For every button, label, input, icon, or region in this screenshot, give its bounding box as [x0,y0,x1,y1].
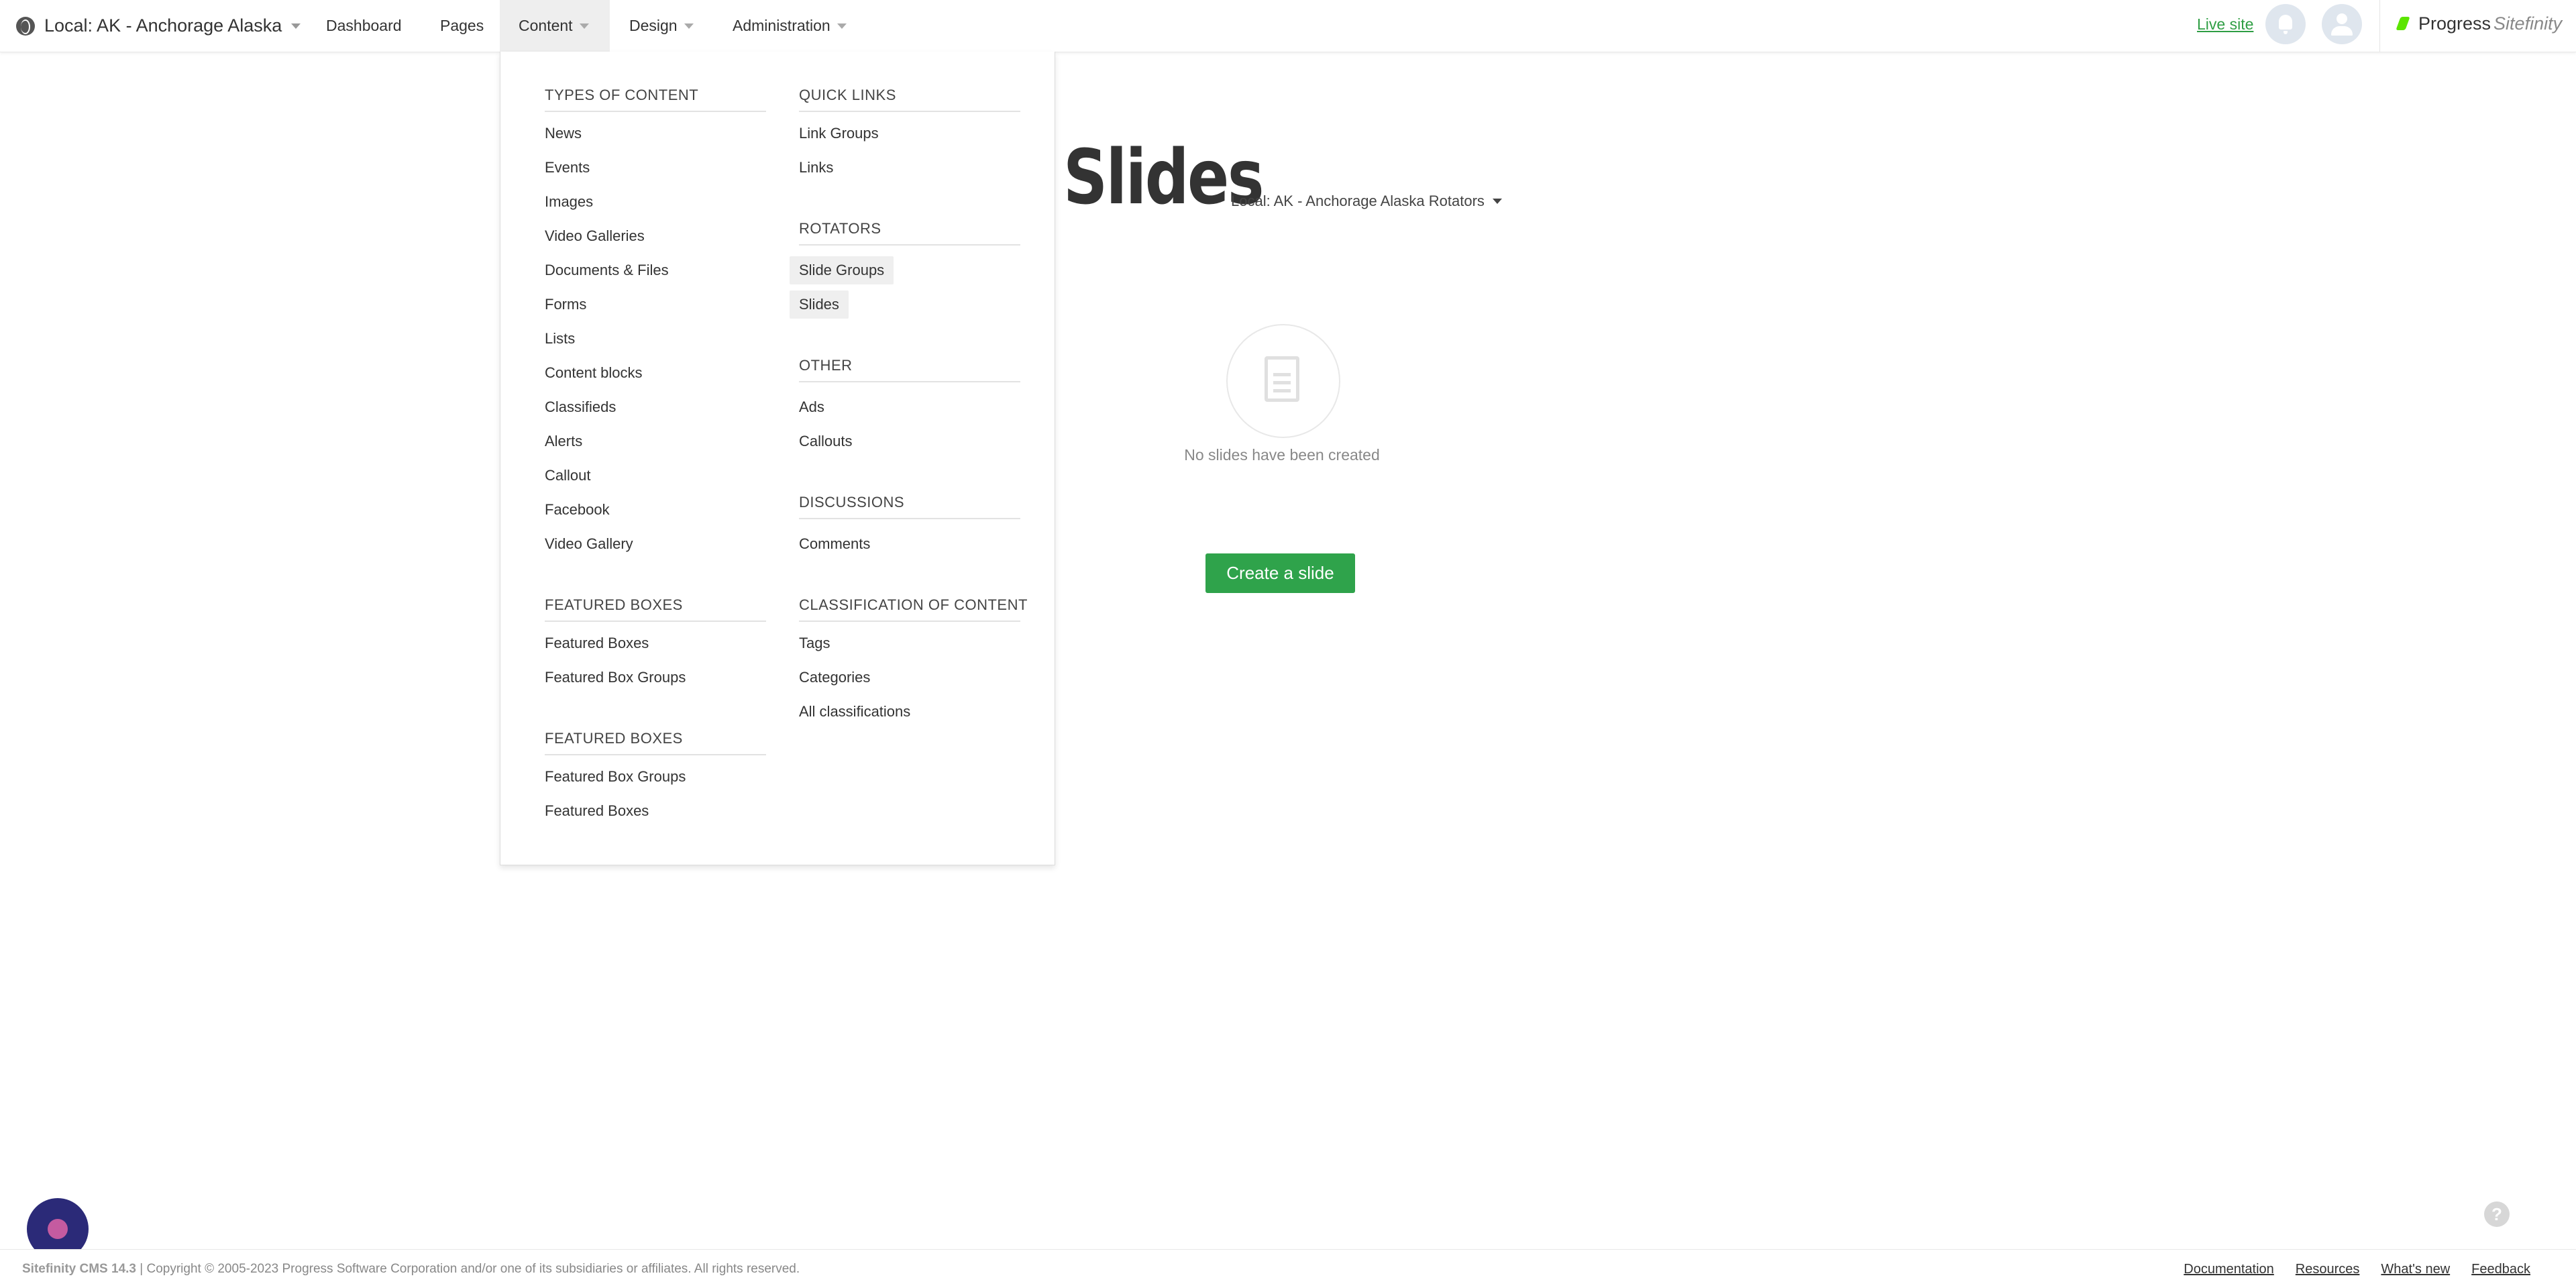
brand-progress-text: Progress [2418,13,2491,34]
chevron-down-icon [291,23,301,29]
menu-item-lists[interactable]: Lists [545,330,575,347]
menu-item-callout[interactable]: Callout [545,467,590,484]
footer-link-resources[interactable]: Resources [2296,1262,2360,1277]
menu-item-events[interactable]: Events [545,159,590,176]
user-icon-body [2331,26,2353,36]
chevron-down-icon [684,23,694,29]
menu-item-news[interactable]: News [545,125,582,142]
footer-product: Sitefinity CMS 14.3 [22,1262,136,1276]
menu-heading: QUICK LINKS [799,87,896,103]
menu-item-comments[interactable]: Comments [799,535,870,553]
caret-down-icon [1492,199,1502,204]
chevron-down-icon [837,23,847,29]
menu-item-ads[interactable]: Ads [799,398,824,416]
nav-dashboard-label: Dashboard [326,17,402,34]
menu-item-forms[interactable]: Forms [545,296,586,313]
menu-item-link-groups[interactable]: Link Groups [799,125,879,142]
menu-item-slide-groups[interactable]: Slide Groups [790,256,894,284]
divider [799,111,1020,112]
divider [799,244,1020,246]
footer-copyright: Sitefinity CMS 14.3 | Copyright © 2005-2… [22,1262,800,1277]
empty-state-text: No slides have been created [1184,446,1380,464]
divider [799,381,1020,382]
nav-design[interactable]: Design [629,0,694,52]
menu-item-categories[interactable]: Categories [799,669,870,686]
nav-administration-label: Administration [733,17,830,34]
divider [545,754,766,755]
menu-item-featured-boxes-2[interactable]: Featured Boxes [545,802,649,820]
progress-logo-icon [2398,17,2413,32]
divider [799,518,1020,519]
menu-heading: FEATURED BOXES [545,596,683,613]
nav-pages-label: Pages [440,17,484,34]
nav-content-label: Content [519,17,573,34]
menu-item-callouts[interactable]: Callouts [799,433,852,450]
divider [799,621,1020,622]
menu-item-images[interactable]: Images [545,193,593,211]
site-name: Local: AK - Anchorage Alaska [44,15,282,36]
chevron-down-icon [579,23,589,29]
help-icon[interactable]: ? [2484,1201,2510,1227]
nav-dashboard[interactable]: Dashboard [326,0,402,52]
nav-content[interactable]: Content [500,0,610,52]
brand-sitefinity-text: Sitefinity [2493,13,2563,34]
site-selector[interactable]: Local: AK - Anchorage Alaska [16,0,301,52]
menu-item-content-blocks[interactable]: Content blocks [545,364,643,382]
nav-design-label: Design [629,17,678,34]
menu-heading: DISCUSSIONS [799,494,905,511]
brand-logo: Progress Sitefinity [2398,13,2562,34]
menu-item-all-classifications[interactable]: All classifications [799,703,910,720]
menu-item-video-gallery[interactable]: Video Gallery [545,535,633,553]
menu-item-video-galleries[interactable]: Video Galleries [545,227,645,245]
menu-heading: FEATURED BOXES [545,730,683,747]
nav-administration[interactable]: Administration [733,0,847,52]
menu-heading: OTHER [799,357,853,374]
top-bar: Local: AK - Anchorage Alaska Dashboard P… [0,0,2576,52]
menu-item-facebook[interactable]: Facebook [545,501,610,519]
footer-link-feedback[interactable]: Feedback [2471,1262,2530,1277]
globe-icon [16,16,35,36]
menu-item-featured-box-groups-2[interactable]: Featured Box Groups [545,768,686,786]
empty-state-icon [1226,324,1340,438]
divider [2379,0,2380,52]
menu-heading: TYPES OF CONTENT [545,87,699,103]
footer-copyright-text: | Copyright © 2005-2023 Progress Softwar… [136,1262,800,1276]
create-slide-button[interactable]: Create a slide [1205,553,1355,593]
menu-item-documents-files[interactable]: Documents & Files [545,262,669,279]
footer-link-whats-new[interactable]: What's new [2381,1262,2450,1277]
divider [545,111,766,112]
user-menu-button[interactable] [2322,4,2362,44]
footer-link-documentation[interactable]: Documentation [2184,1262,2274,1277]
menu-item-featured-boxes[interactable]: Featured Boxes [545,635,649,652]
menu-item-classifieds[interactable]: Classifieds [545,398,616,416]
bell-icon [2279,15,2292,34]
live-site-link[interactable]: Live site [2197,15,2253,34]
nav-pages[interactable]: Pages [440,0,484,52]
menu-item-featured-box-groups[interactable]: Featured Box Groups [545,669,686,686]
menu-item-links[interactable]: Links [799,159,833,176]
menu-item-alerts[interactable]: Alerts [545,433,582,450]
menu-heading: CLASSIFICATION OF CONTENT [799,596,1028,613]
menu-item-tags[interactable]: Tags [799,635,830,652]
footer: Sitefinity CMS 14.3 | Copyright © 2005-2… [0,1249,2576,1288]
menu-item-slides[interactable]: Slides [790,290,849,319]
divider [545,621,766,622]
content-menu-dropdown: TYPES OF CONTENT News Events Images Vide… [500,52,1055,865]
menu-heading: ROTATORS [799,220,881,237]
user-icon [2337,13,2347,24]
footer-links: Documentation Resources What's new Feedb… [2184,1262,2530,1277]
notifications-button[interactable] [2265,4,2306,44]
site-filter-dropdown[interactable]: Local: AK - Anchorage Alaska Rotators [1231,193,1502,210]
document-icon [1265,356,1299,402]
site-filter-label: Local: AK - Anchorage Alaska Rotators [1231,193,1485,209]
